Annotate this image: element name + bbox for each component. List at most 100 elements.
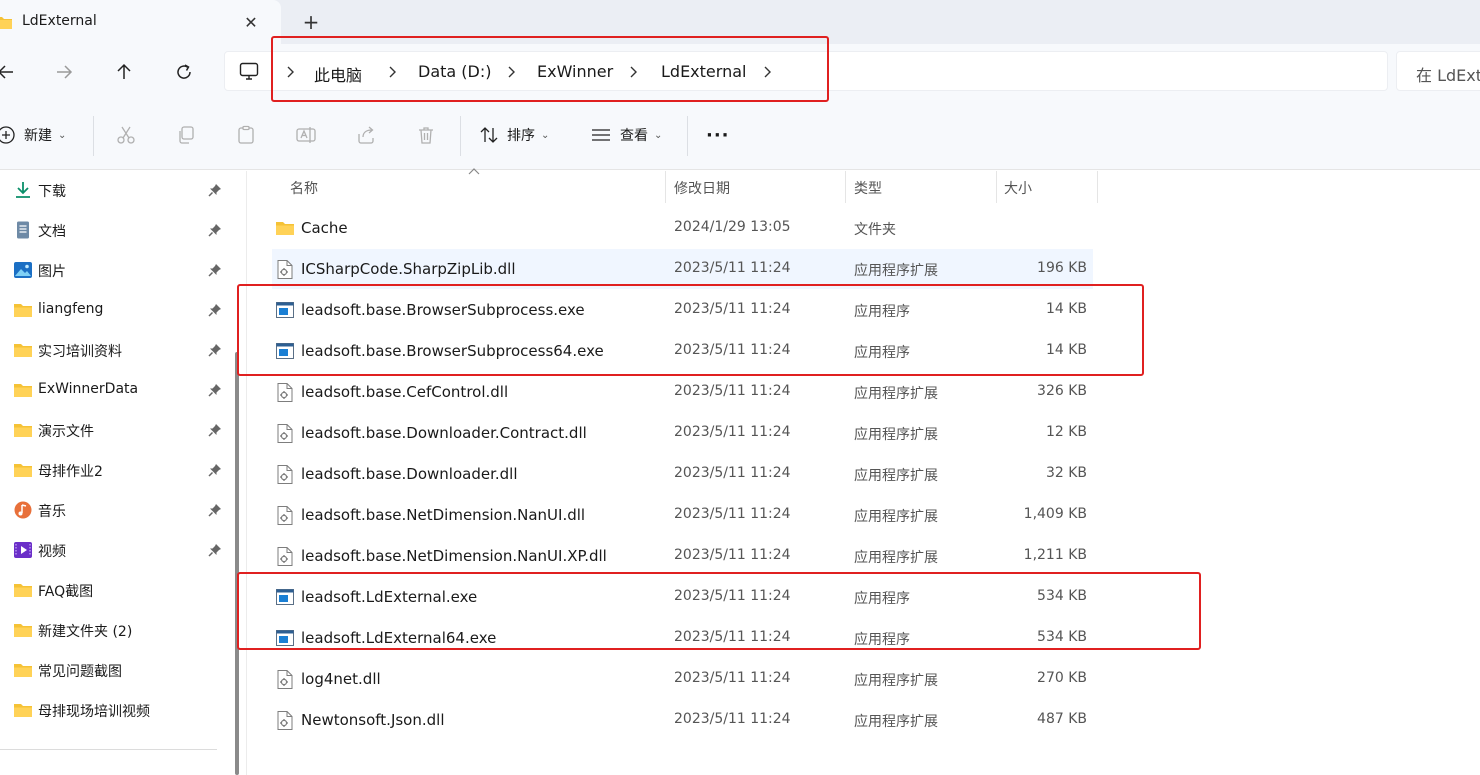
back-button[interactable] — [0, 52, 26, 92]
file-row[interactable]: leadsoft.base.CefControl.dll 2023/5/11 11… — [272, 372, 1093, 412]
cut-button[interactable] — [116, 117, 136, 153]
column-header-name[interactable]: 名称 — [290, 171, 318, 203]
sidebar-item[interactable]: 音乐 — [0, 492, 230, 528]
chevron-right-icon[interactable] — [504, 64, 518, 80]
paste-button[interactable] — [236, 117, 256, 153]
sidebar-item[interactable]: ExWinnerData — [0, 372, 230, 408]
rename-icon — [296, 127, 316, 143]
sidebar-item[interactable]: 下载 — [0, 172, 230, 208]
file-modified-date: 2023/5/11 11:24 — [674, 547, 791, 563]
sidebar-item[interactable]: 新建文件夹 (2) — [0, 612, 230, 648]
share-button[interactable] — [356, 117, 376, 153]
column-header-type[interactable]: 类型 — [854, 171, 882, 203]
pane-splitter[interactable] — [246, 171, 247, 775]
folder-icon — [13, 461, 33, 479]
pin-icon[interactable] — [208, 503, 222, 521]
up-button[interactable] — [104, 52, 144, 92]
sidebar-item[interactable]: 母排现场培训视频 — [0, 692, 230, 728]
folder-icon — [13, 661, 33, 679]
pin-icon[interactable] — [208, 223, 222, 241]
column-header-size[interactable]: 大小 — [1004, 171, 1032, 203]
file-type: 应用程序 — [854, 345, 910, 361]
breadcrumb-this-pc[interactable]: 此电脑 — [314, 62, 362, 86]
column-header-date[interactable]: 修改日期 — [674, 171, 730, 203]
file-modified-date: 2023/5/11 11:24 — [674, 629, 791, 645]
folder-icon — [13, 341, 33, 359]
new-tab-button[interactable]: + — [296, 8, 326, 36]
breadcrumb-data-drive[interactable]: Data (D:) — [418, 62, 491, 81]
search-input[interactable]: 在 LdExt — [1396, 51, 1480, 91]
file-row[interactable]: Newtonsoft.Json.dll 2023/5/11 11:24 应用程序扩展… — [272, 700, 1093, 740]
document-icon — [13, 221, 33, 239]
column-divider[interactable] — [996, 171, 997, 203]
file-row[interactable]: leadsoft.base.Downloader.Contract.dll 202… — [272, 413, 1093, 453]
breadcrumb-ldexternal[interactable]: LdExternal — [661, 62, 746, 81]
pin-icon[interactable] — [208, 383, 222, 401]
pin-icon[interactable] — [208, 543, 222, 561]
column-divider[interactable] — [845, 171, 846, 203]
file-modified-date: 2023/5/11 11:24 — [674, 465, 791, 481]
refresh-button[interactable] — [164, 52, 204, 92]
file-row[interactable]: leadsoft.LdExternal.exe 2023/5/11 11:24 应用… — [272, 577, 1093, 617]
file-row[interactable]: leadsoft.base.NetDimension.NanUI.dll 2023… — [272, 495, 1093, 535]
pin-icon[interactable] — [208, 263, 222, 281]
download-icon — [13, 181, 33, 199]
view-button[interactable]: 查看 ⌄ — [590, 117, 662, 153]
tab-close-button[interactable]: ✕ — [236, 8, 266, 36]
sidebar-item[interactable]: 母排作业2 — [0, 452, 230, 488]
folder-icon — [0, 17, 12, 29]
new-button[interactable]: 新建 ⌄ — [0, 117, 66, 153]
sidebar-item-label: 新建文件夹 (2) — [38, 624, 133, 640]
column-divider[interactable] — [665, 171, 666, 203]
file-modified-date: 2023/5/11 11:24 — [674, 342, 791, 358]
pin-icon[interactable] — [208, 303, 222, 321]
file-modified-date: 2023/5/11 11:24 — [674, 670, 791, 686]
sidebar-item[interactable]: liangfeng — [0, 292, 230, 328]
chevron-right-icon[interactable] — [385, 64, 399, 80]
column-divider[interactable] — [1097, 171, 1098, 203]
file-type: 应用程序扩展 — [854, 673, 938, 689]
address-bar[interactable]: 此电脑 Data (D:) ExWinner LdExternal — [224, 51, 1388, 91]
sidebar-item[interactable]: 演示文件 — [0, 412, 230, 448]
sidebar-item[interactable]: 实习培训资料 — [0, 332, 230, 368]
tab-ldexternal[interactable]: LdExternal ✕ — [0, 0, 281, 44]
sidebar-item[interactable]: FAQ截图 — [0, 572, 230, 608]
file-row[interactable]: ICSharpCode.SharpZipLib.dll 2023/5/11 11:… — [272, 249, 1093, 289]
pin-icon[interactable] — [208, 343, 222, 361]
file-row[interactable]: leadsoft.base.BrowserSubprocess64.exe 202… — [272, 331, 1093, 371]
toolbar-divider — [93, 116, 94, 156]
chevron-right-icon[interactable] — [760, 64, 774, 80]
pin-icon[interactable] — [208, 463, 222, 481]
file-row[interactable]: Cache 2024/1/29 13:05 文件夹 — [272, 208, 1093, 248]
dll-file-icon — [276, 547, 294, 566]
sidebar-scrollbar[interactable] — [235, 352, 239, 775]
file-list-header: 名称 修改日期 类型 大小 — [272, 168, 1098, 203]
sidebar-item-label: 视频 — [38, 544, 66, 560]
folder-icon — [13, 421, 33, 439]
forward-button[interactable] — [44, 52, 84, 92]
pin-icon[interactable] — [208, 183, 222, 201]
sidebar-item[interactable]: 图片 — [0, 252, 230, 288]
file-row[interactable]: leadsoft.base.Downloader.dll 2023/5/11 11… — [272, 454, 1093, 494]
file-row[interactable]: leadsoft.base.NetDimension.NanUI.XP.dll 2… — [272, 536, 1093, 576]
file-modified-date: 2024/1/29 13:05 — [674, 219, 791, 235]
breadcrumb-exwinner[interactable]: ExWinner — [537, 62, 613, 81]
sidebar-item[interactable]: 常见问题截图 — [0, 652, 230, 688]
file-row[interactable]: leadsoft.base.BrowserSubprocess.exe 2023/… — [272, 290, 1093, 330]
file-row[interactable]: leadsoft.LdExternal64.exe 2023/5/11 11:24… — [272, 618, 1093, 658]
rename-button[interactable] — [296, 117, 316, 153]
sidebar-item-label: 常见问题截图 — [38, 664, 122, 680]
pin-icon[interactable] — [208, 423, 222, 441]
sidebar-item[interactable]: 视频 — [0, 532, 230, 568]
file-modified-date: 2023/5/11 11:24 — [674, 588, 791, 604]
chevron-right-icon[interactable] — [626, 64, 640, 80]
sidebar-item[interactable]: 文档 — [0, 212, 230, 248]
chevron-down-icon: ⌄ — [654, 129, 663, 141]
sidebar-item-label: 图片 — [38, 264, 66, 280]
copy-button[interactable] — [176, 117, 196, 153]
toolbar-divider — [460, 116, 461, 156]
file-row[interactable]: log4net.dll 2023/5/11 11:24 应用程序扩展 270 KB — [272, 659, 1093, 699]
sort-button[interactable]: 排序 ⌄ — [479, 117, 549, 153]
more-options-button[interactable]: ··· — [706, 117, 730, 153]
delete-button[interactable] — [416, 117, 436, 153]
